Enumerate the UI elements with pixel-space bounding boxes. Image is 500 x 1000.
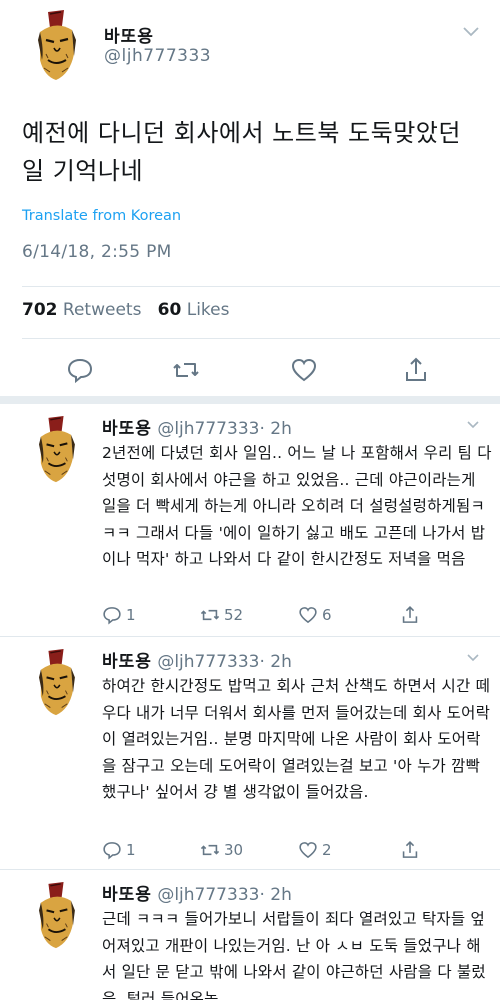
reply-text: 하여간 한시간정도 밥먹고 회사 근처 산책도 하면서 시간 떼우다 내가 너무…: [102, 677, 491, 801]
share-button[interactable]: [400, 605, 420, 625]
reply-icon: [103, 842, 121, 860]
reply-actions: 1 30 2: [102, 840, 442, 864]
share-icon: [402, 841, 418, 858]
tweet-text: 예전에 다니던 회사에서 노트북 도둑맞았던 일 기억나네: [22, 119, 461, 185]
section-divider: [0, 396, 500, 404]
retweet-count: 52: [224, 606, 244, 624]
retweet-count: 30: [224, 841, 244, 859]
retweet-icon: [200, 609, 220, 621]
user-handle[interactable]: @ljh777333: [157, 419, 259, 439]
reply-count: 1: [126, 606, 136, 624]
reply-text: 근데 ㅋㅋㅋ 들어가보니 서랍들이 죄다 열려있고 탁자들 엎어져있고 개판이 …: [102, 910, 486, 1000]
reply-icon: [103, 607, 121, 625]
user-handle[interactable]: @ljh777333: [157, 652, 259, 672]
retweet-icon: [200, 844, 220, 856]
profile-picture-icon: [36, 10, 78, 82]
user-handle[interactable]: @ljh777333: [157, 885, 259, 905]
reply-actions: 1 52 6: [102, 605, 442, 629]
retweets-count[interactable]: 702: [22, 300, 58, 320]
like-count: 6: [322, 606, 332, 624]
reply-count: 1: [126, 841, 136, 859]
reply-time: · 2h: [259, 885, 292, 905]
chevron-down-icon[interactable]: [466, 653, 480, 663]
retweet-button[interactable]: 52: [200, 605, 243, 625]
likes-label[interactable]: Likes: [187, 300, 230, 320]
retweet-button[interactable]: 30: [200, 840, 243, 860]
translate-link[interactable]: Translate from Korean: [22, 208, 181, 224]
reply-time: · 2h: [259, 419, 292, 439]
reply-button[interactable]: 1: [102, 605, 136, 625]
avatar[interactable]: [30, 10, 82, 82]
profile-picture-icon: [37, 416, 76, 484]
tweet-timestamp: 6/14/18, 2:55 PM: [22, 242, 172, 262]
like-button[interactable]: 6: [298, 605, 332, 625]
avatar[interactable]: [34, 649, 78, 717]
divider: [22, 286, 500, 287]
display-name[interactable]: 바또용: [102, 419, 152, 439]
like-icon: [299, 607, 317, 624]
retweets-label[interactable]: Retweets: [63, 300, 142, 320]
like-icon: [299, 842, 317, 859]
reply-time: · 2h: [259, 652, 292, 672]
divider: [22, 338, 500, 339]
reply-header: 바또용 @ljh777333· 2h: [102, 880, 292, 905]
likes-count[interactable]: 60: [158, 300, 182, 320]
chevron-down-icon[interactable]: [462, 26, 480, 38]
reply-header: 바또용 @ljh777333· 2h: [102, 647, 292, 672]
display-name[interactable]: 바또용: [102, 652, 152, 672]
like-count: 2: [322, 841, 332, 859]
retweet-icon[interactable]: [172, 356, 200, 384]
reply-text: 2년전에 다녔던 회사 일임.. 어느 날 나 포함해서 우리 팀 다섯명이 회…: [102, 444, 492, 568]
like-button[interactable]: 2: [298, 840, 332, 860]
display-name[interactable]: 바또용: [102, 885, 152, 905]
profile-picture-icon: [37, 882, 76, 950]
share-button[interactable]: [400, 840, 420, 860]
user-handle[interactable]: @ljh777333: [104, 46, 211, 66]
tweet-stats: 702 Retweets 60 Likes: [22, 300, 229, 320]
share-icon: [402, 606, 418, 623]
reply-tweet[interactable]: 바또용 @ljh777333· 2h 근데 ㅋㅋㅋ 들어가보니 서랍들이 죄다 …: [0, 870, 500, 1000]
avatar[interactable]: [34, 416, 78, 484]
reply-tweet[interactable]: 바또용 @ljh777333· 2h 하여간 한시간정도 밥먹고 회사 근처 산…: [0, 637, 500, 869]
like-icon[interactable]: [290, 356, 318, 384]
reply-tweet[interactable]: 바또용 @ljh777333· 2h 2년전에 다녔던 회사 일임.. 어느 날…: [0, 404, 500, 636]
display-name[interactable]: 바또용: [104, 22, 154, 47]
profile-picture-icon: [37, 649, 76, 717]
share-icon[interactable]: [402, 356, 430, 384]
avatar[interactable]: [34, 882, 78, 950]
reply-button[interactable]: 1: [102, 840, 136, 860]
reply-icon[interactable]: [66, 356, 94, 384]
chevron-down-icon[interactable]: [466, 420, 480, 430]
reply-header: 바또용 @ljh777333· 2h: [102, 414, 292, 439]
